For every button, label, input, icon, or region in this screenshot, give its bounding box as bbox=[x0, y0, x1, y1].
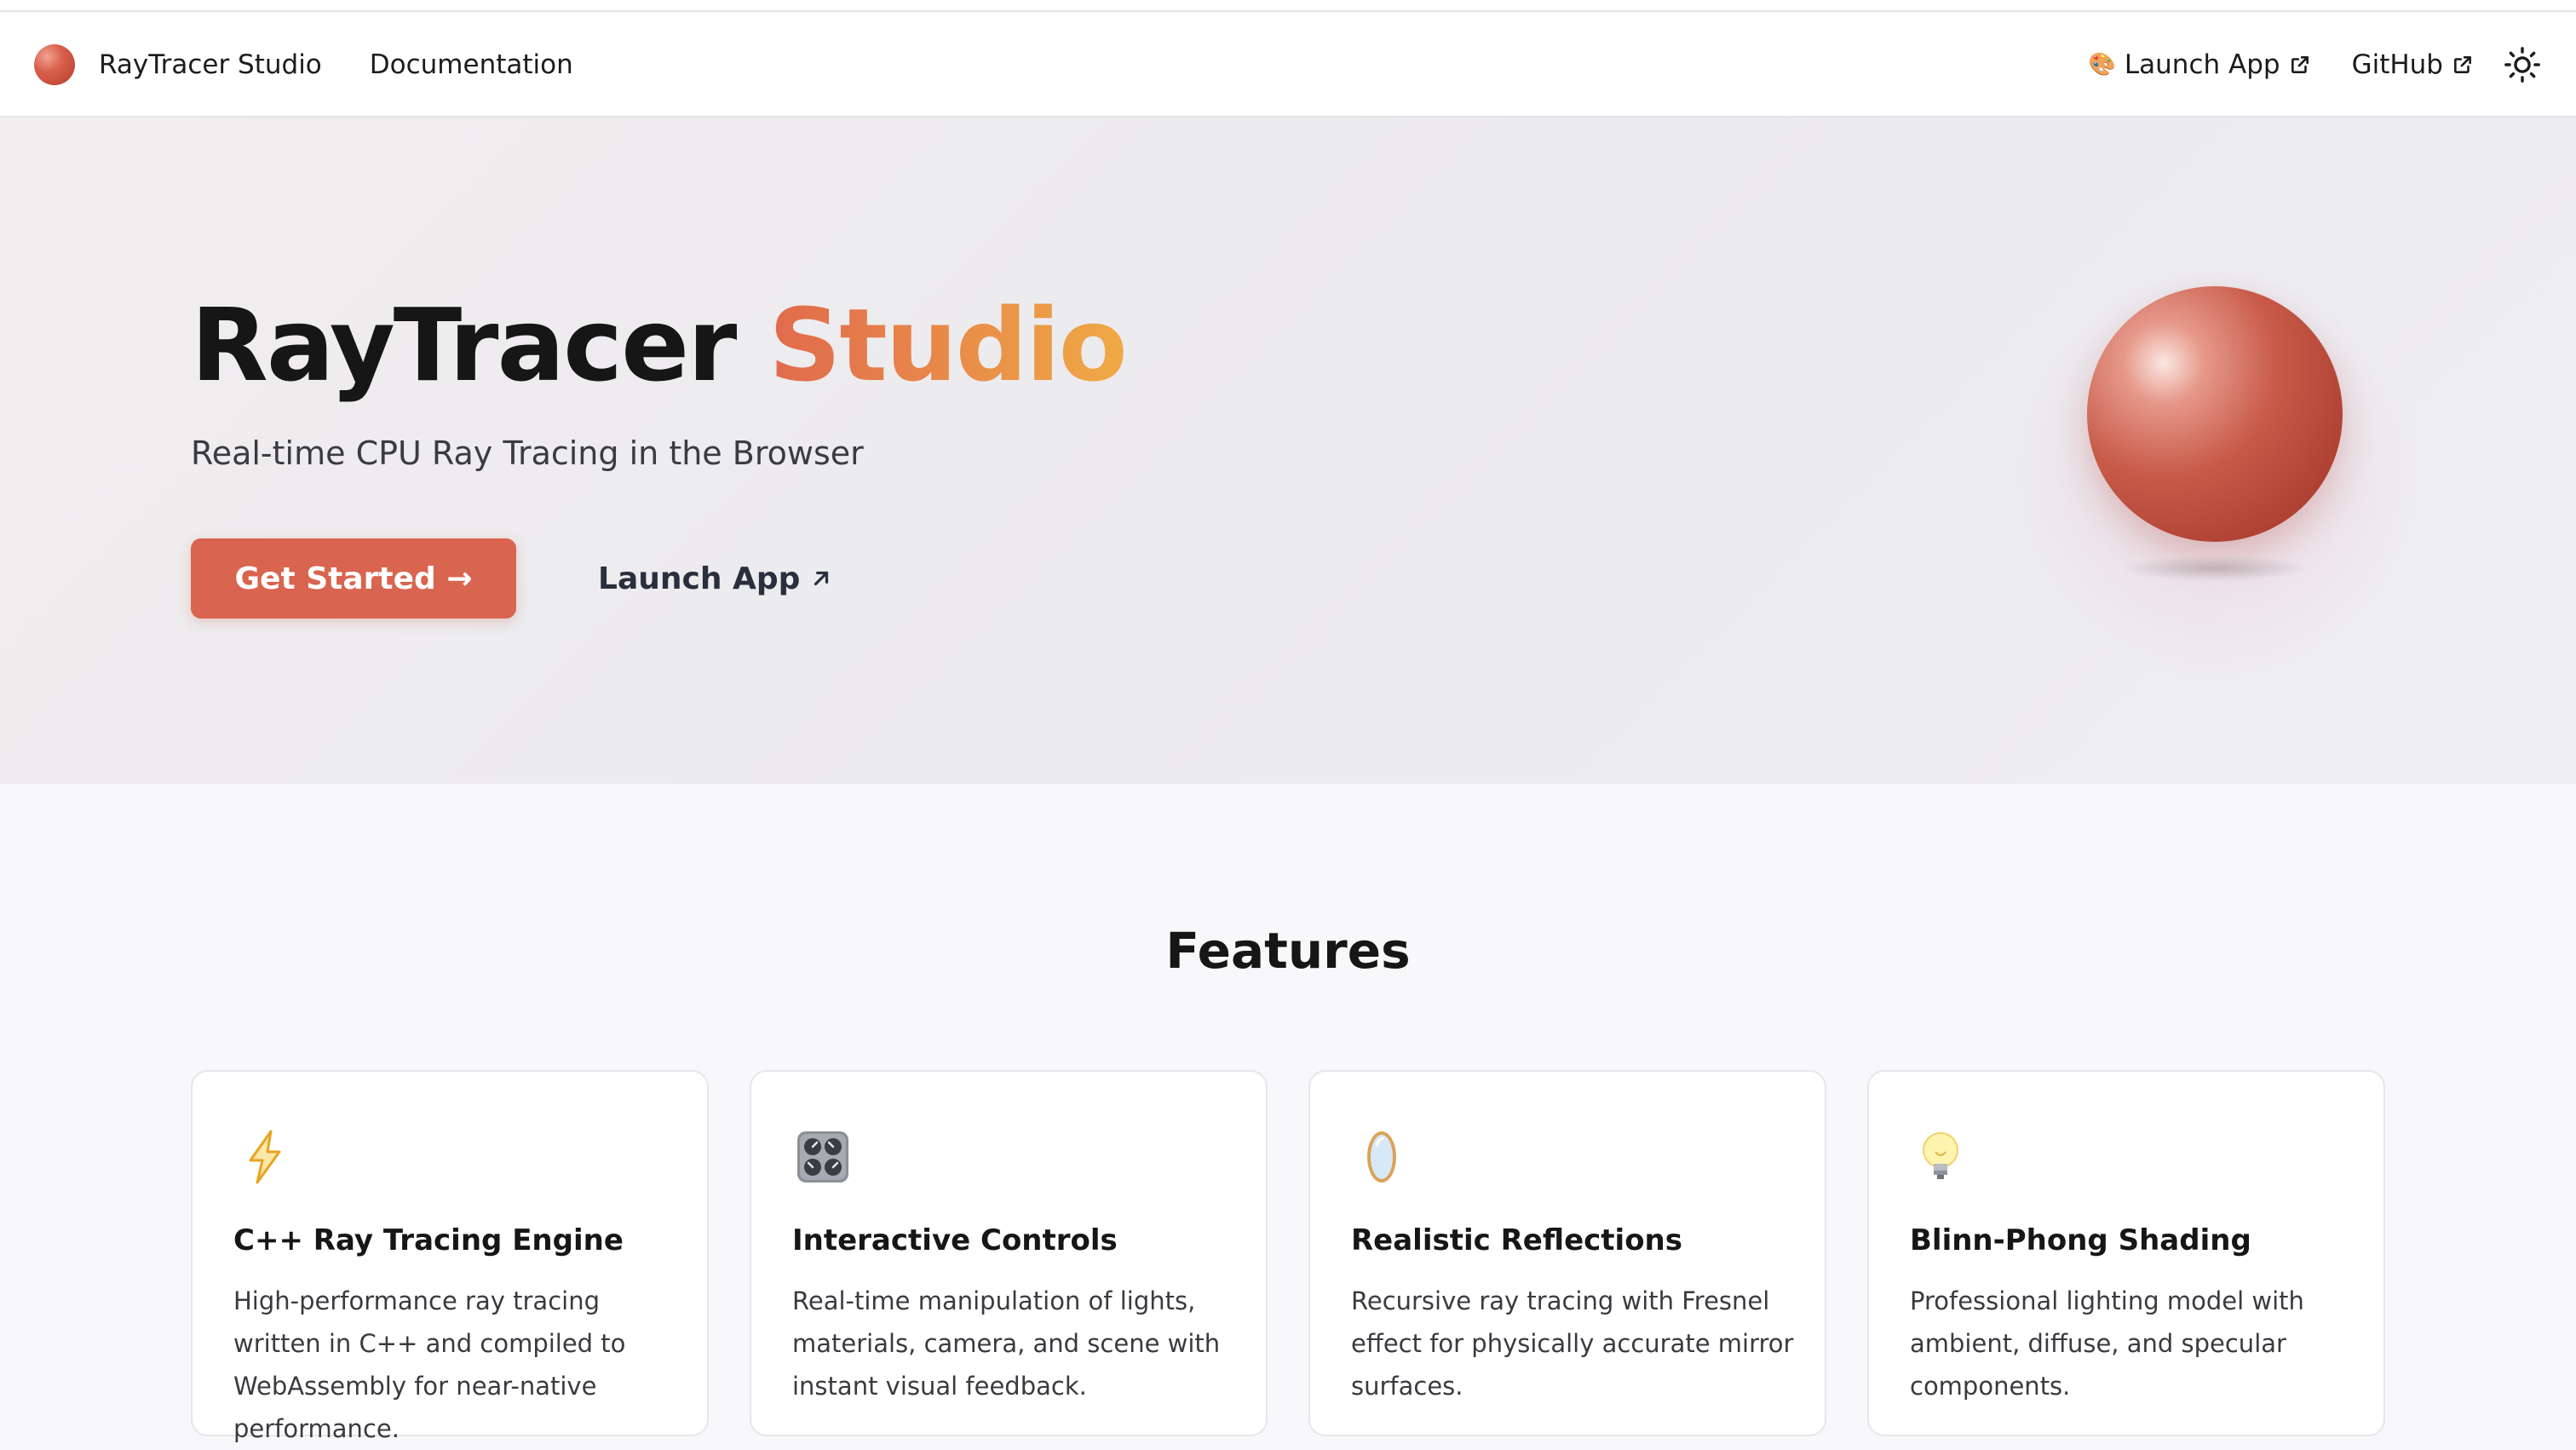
get-started-label: Get Started → bbox=[234, 561, 473, 596]
external-link-icon bbox=[2291, 56, 2309, 73]
feature-card-blinn-phong: Blinn-Phong Shading Professional lightin… bbox=[1867, 1070, 2385, 1436]
hero-section: RayTracer Studio Real-time CPU Ray Traci… bbox=[0, 118, 2576, 784]
nav-right-group: 🎨 Launch App GitHub bbox=[2048, 45, 2542, 84]
control-knobs-icon bbox=[797, 1131, 848, 1182]
red-sphere-logo-icon[interactable] bbox=[34, 44, 75, 85]
feature-card-cpp-engine: C++ Ray Tracing Engine High-performance … bbox=[191, 1070, 709, 1443]
feature-card-title: Realistic Reflections bbox=[1351, 1223, 1682, 1257]
feature-card-interactive-controls: Interactive Controls Real-time manipulat… bbox=[750, 1070, 1268, 1436]
feature-card-description: High-performance ray tracing written in … bbox=[233, 1286, 626, 1443]
sphere-shadow bbox=[2119, 555, 2310, 581]
mirror-icon bbox=[1367, 1131, 1396, 1182]
hero-title-accent: Studio bbox=[768, 286, 1127, 404]
hero-launch-app-label: Launch App bbox=[598, 561, 801, 596]
feature-card-title: Blinn-Phong Shading bbox=[1910, 1223, 2251, 1257]
hero-sphere-illustration bbox=[2087, 286, 2343, 542]
get-started-button[interactable]: Get Started → bbox=[191, 538, 516, 619]
top-navbar: RayTracer Studio Documentation 🎨 Launch … bbox=[0, 14, 2576, 118]
feature-card-description: Real-time manipulation of lights, materi… bbox=[792, 1286, 1221, 1401]
light-bulb-icon bbox=[1923, 1132, 1958, 1179]
hero-subtitle: Real-time CPU Ray Tracing in the Browser bbox=[191, 434, 864, 472]
feature-card-title: C++ Ray Tracing Engine bbox=[233, 1223, 624, 1257]
browser-top-strip bbox=[0, 0, 2576, 12]
nav-launch-app-label: Launch App bbox=[2124, 49, 2280, 80]
palette-icon: 🎨 bbox=[2088, 52, 2116, 78]
feature-card-description: Professional lighting model with ambient… bbox=[1910, 1286, 2304, 1401]
hero-title-main: RayTracer bbox=[191, 286, 737, 404]
features-heading: Features bbox=[1165, 922, 1411, 980]
sun-icon[interactable] bbox=[2503, 45, 2542, 84]
nav-launch-app-link[interactable]: 🎨 Launch App bbox=[2089, 49, 2311, 80]
hero-title: RayTracer Studio bbox=[191, 286, 1128, 404]
feature-card-description: Recursive ray tracing with Fresnel effec… bbox=[1351, 1286, 1794, 1401]
nav-github-link[interactable]: GitHub bbox=[2352, 49, 2474, 80]
lightning-icon bbox=[249, 1130, 281, 1184]
arrow-up-right-icon bbox=[814, 571, 829, 586]
nav-github-label: GitHub bbox=[2351, 49, 2443, 80]
nav-documentation-link[interactable]: Documentation bbox=[370, 49, 573, 80]
brand-link[interactable]: RayTracer Studio bbox=[99, 49, 322, 80]
external-link-icon bbox=[2454, 56, 2471, 73]
feature-card-title: Interactive Controls bbox=[792, 1223, 1118, 1257]
feature-card-realistic-reflections: Realistic Reflections Recursive ray trac… bbox=[1308, 1070, 1826, 1436]
hero-launch-app-button[interactable]: Launch App bbox=[598, 538, 832, 619]
